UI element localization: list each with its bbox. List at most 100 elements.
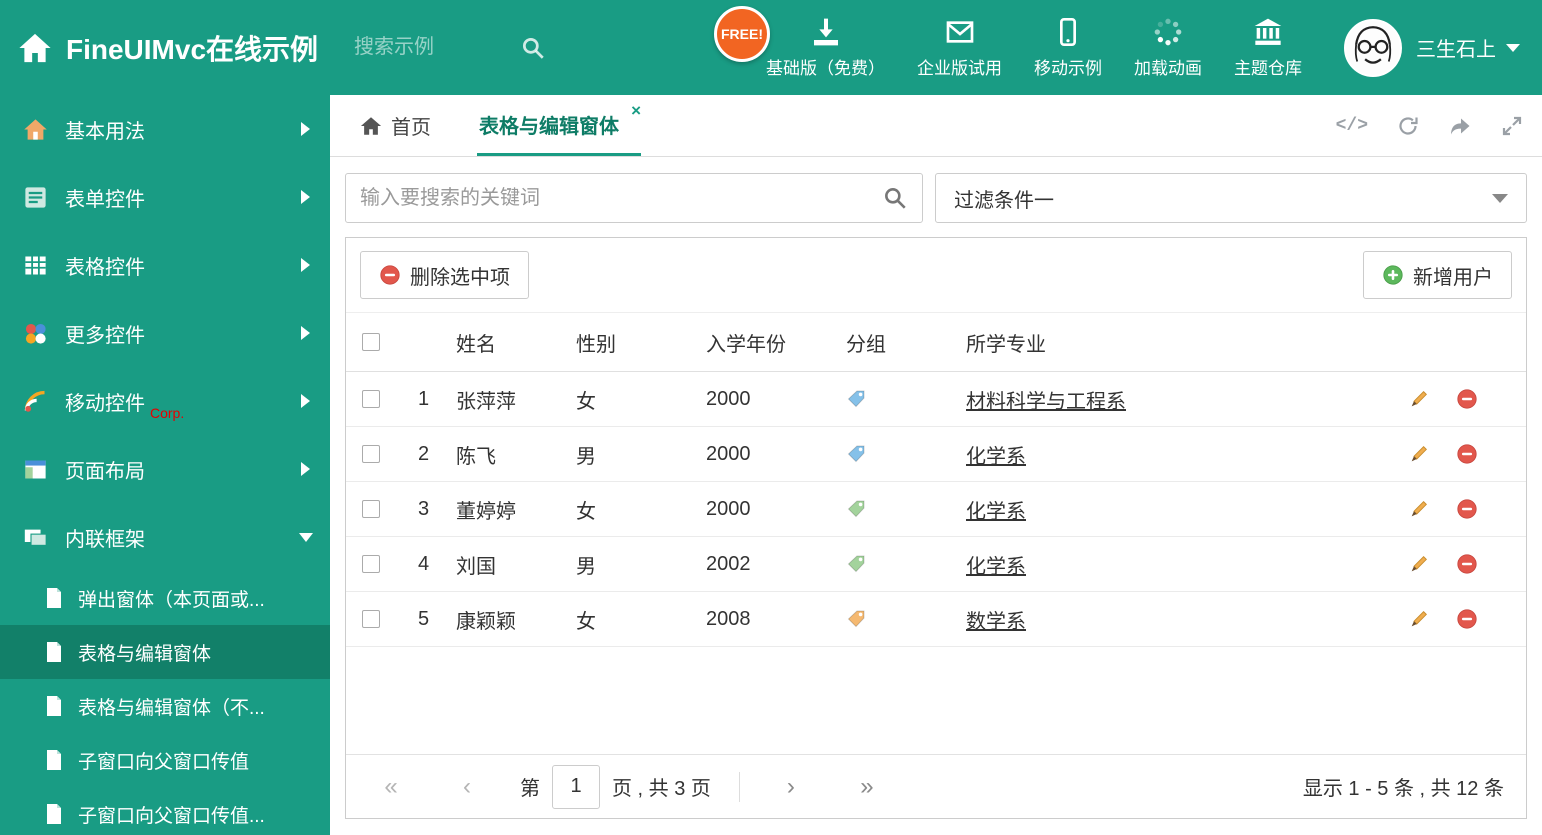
page-number-input[interactable] xyxy=(552,764,600,809)
tab-grid-edit-window[interactable]: 表格与编辑窗体 × xyxy=(477,95,641,156)
home-icon xyxy=(360,115,382,137)
mobile-icon xyxy=(1052,16,1084,48)
cell-gender: 男 xyxy=(576,445,596,468)
major-link[interactable]: 化学系 xyxy=(966,446,1026,468)
sidebar-subitem-child-to-parent[interactable]: 子窗口向父窗口传值 xyxy=(0,733,330,787)
delete-row-icon[interactable] xyxy=(1456,553,1478,575)
share-icon[interactable] xyxy=(1448,114,1472,138)
free-badge: FREE! xyxy=(714,6,770,62)
header-search-input[interactable] xyxy=(354,36,515,59)
sidebar-subitem-grid-edit-window[interactable]: 表格与编辑窗体 xyxy=(0,625,330,679)
delete-row-icon[interactable] xyxy=(1456,388,1478,410)
nav-mobile-demo[interactable]: 移动示例 xyxy=(1018,16,1118,79)
sidebar-item-grid-controls[interactable]: 表格控件 xyxy=(0,231,330,299)
row-checkbox[interactable] xyxy=(362,500,380,518)
delete-row-icon[interactable] xyxy=(1456,443,1478,465)
sidebar-item-inline-frame[interactable]: 内联框架 xyxy=(0,503,330,571)
sidebar-item-page-layout[interactable]: 页面布局 xyxy=(0,435,330,503)
header-nav: FREE! 基础版（免费） 企业版试用 移动示例 加载动画 主题仓库 xyxy=(714,6,1318,79)
house-icon xyxy=(22,116,49,143)
file-icon xyxy=(44,802,64,826)
cell-name: 陈飞 xyxy=(456,445,496,468)
tag-icon xyxy=(846,499,866,519)
cell-year: 2000 xyxy=(706,387,751,410)
nav-loading-animation[interactable]: 加载动画 xyxy=(1118,16,1218,79)
row-number: 1 xyxy=(418,387,430,410)
source-code-icon[interactable]: </> xyxy=(1336,116,1368,136)
edit-pencil-icon[interactable] xyxy=(1408,388,1430,410)
nav-basic-free[interactable]: FREE! 基础版（免费） xyxy=(714,6,901,79)
prev-page-button[interactable]: ‹ xyxy=(444,773,490,801)
nav-enterprise-trial[interactable]: 企业版试用 xyxy=(901,16,1018,79)
sidebar-subitem-child-to-parent-2[interactable]: 子窗口向父窗口传值... xyxy=(0,787,330,835)
major-link[interactable]: 化学系 xyxy=(966,501,1026,523)
chevron-right-icon xyxy=(301,394,310,408)
cell-name: 董婷婷 xyxy=(456,500,516,523)
pagination-bar: « ‹ 第 页 , 共 3 页 › » 显示 1 - 5 条 , 共 12 条 xyxy=(346,754,1526,818)
table-row: 5 康颖颖 女 2008 数学系 xyxy=(346,592,1526,647)
col-header-name[interactable]: 姓名 xyxy=(441,328,561,357)
major-link[interactable]: 化学系 xyxy=(966,556,1026,578)
table-header: 姓名 性别 入学年份 分组 所学专业 xyxy=(346,312,1526,372)
refresh-icon[interactable] xyxy=(1396,114,1420,138)
keyword-search-input[interactable] xyxy=(360,186,882,210)
edit-pencil-icon[interactable] xyxy=(1408,553,1430,575)
nav-theme-store[interactable]: 主题仓库 xyxy=(1218,16,1318,79)
search-icon[interactable] xyxy=(520,35,546,61)
col-header-gender[interactable]: 性别 xyxy=(561,328,691,357)
sidebar-item-mobile-controls[interactable]: 移动控件 Corp. xyxy=(0,367,330,435)
col-header-year[interactable]: 入学年份 xyxy=(691,328,831,357)
home-icon[interactable] xyxy=(18,31,52,65)
tag-icon xyxy=(846,444,866,464)
row-checkbox[interactable] xyxy=(362,445,380,463)
col-header-major[interactable]: 所学专业 xyxy=(951,328,1408,357)
cell-year: 2008 xyxy=(706,607,751,630)
grid-panel: 删除选中项 新增用户 姓名 性别 入学年份 分组 所学专业 1 张萍萍 女 20… xyxy=(345,237,1527,819)
col-header-group[interactable]: 分组 xyxy=(831,328,951,357)
first-page-button[interactable]: « xyxy=(368,773,414,801)
major-link[interactable]: 材料科学与工程系 xyxy=(966,391,1126,413)
filter-row: 过滤条件一 xyxy=(345,173,1527,223)
search-icon[interactable] xyxy=(882,185,908,211)
sidebar-item-form-controls[interactable]: 表单控件 xyxy=(0,163,330,231)
next-page-button[interactable]: › xyxy=(768,773,814,801)
download-icon xyxy=(810,16,842,48)
table-row: 2 陈飞 男 2000 化学系 xyxy=(346,427,1526,482)
major-link[interactable]: 数学系 xyxy=(966,611,1026,633)
close-icon[interactable]: × xyxy=(631,102,641,119)
avatar[interactable] xyxy=(1344,18,1402,77)
sidebar: 基本用法 表单控件 表格控件 更多控件 移动控件 Corp. 页面布局 内联框架… xyxy=(0,95,330,835)
tag-icon xyxy=(846,609,866,629)
select-all-checkbox[interactable] xyxy=(362,333,380,351)
page-label-prefix: 第 xyxy=(520,778,540,800)
edit-pencil-icon[interactable] xyxy=(1408,498,1430,520)
filter-dropdown[interactable]: 过滤条件一 xyxy=(935,173,1527,223)
cell-gender: 女 xyxy=(576,610,596,633)
last-page-button[interactable]: » xyxy=(844,773,890,801)
cell-gender: 女 xyxy=(576,500,596,523)
user-menu[interactable]: 三生石上 xyxy=(1416,33,1520,62)
row-checkbox[interactable] xyxy=(362,390,380,408)
row-number: 5 xyxy=(418,607,430,630)
envelope-icon xyxy=(944,16,976,48)
sidebar-subitem-grid-edit-window-2[interactable]: 表格与编辑窗体（不... xyxy=(0,679,330,733)
edit-pencil-icon[interactable] xyxy=(1408,443,1430,465)
row-checkbox[interactable] xyxy=(362,610,380,628)
keyword-search-box[interactable] xyxy=(345,173,923,223)
sidebar-item-more-controls[interactable]: 更多控件 xyxy=(0,299,330,367)
row-checkbox[interactable] xyxy=(362,555,380,573)
add-user-button[interactable]: 新增用户 xyxy=(1363,251,1512,299)
sidebar-item-basic-usage[interactable]: 基本用法 xyxy=(0,95,330,163)
delete-selected-button[interactable]: 删除选中项 xyxy=(360,251,529,299)
grid-toolbar: 删除选中项 新增用户 xyxy=(346,238,1526,312)
delete-row-icon[interactable] xyxy=(1456,498,1478,520)
sidebar-subitem-popup-window[interactable]: 弹出窗体（本页面或... xyxy=(0,571,330,625)
delete-row-icon[interactable] xyxy=(1456,608,1478,630)
fullscreen-icon[interactable] xyxy=(1500,114,1524,138)
edit-pencil-icon[interactable] xyxy=(1408,608,1430,630)
tab-home[interactable]: 首页 xyxy=(360,95,431,156)
header-search[interactable] xyxy=(354,35,564,61)
form-icon xyxy=(22,184,49,211)
page-label-suffix: 页 , 共 3 页 xyxy=(612,778,711,800)
bank-icon xyxy=(1252,16,1284,48)
